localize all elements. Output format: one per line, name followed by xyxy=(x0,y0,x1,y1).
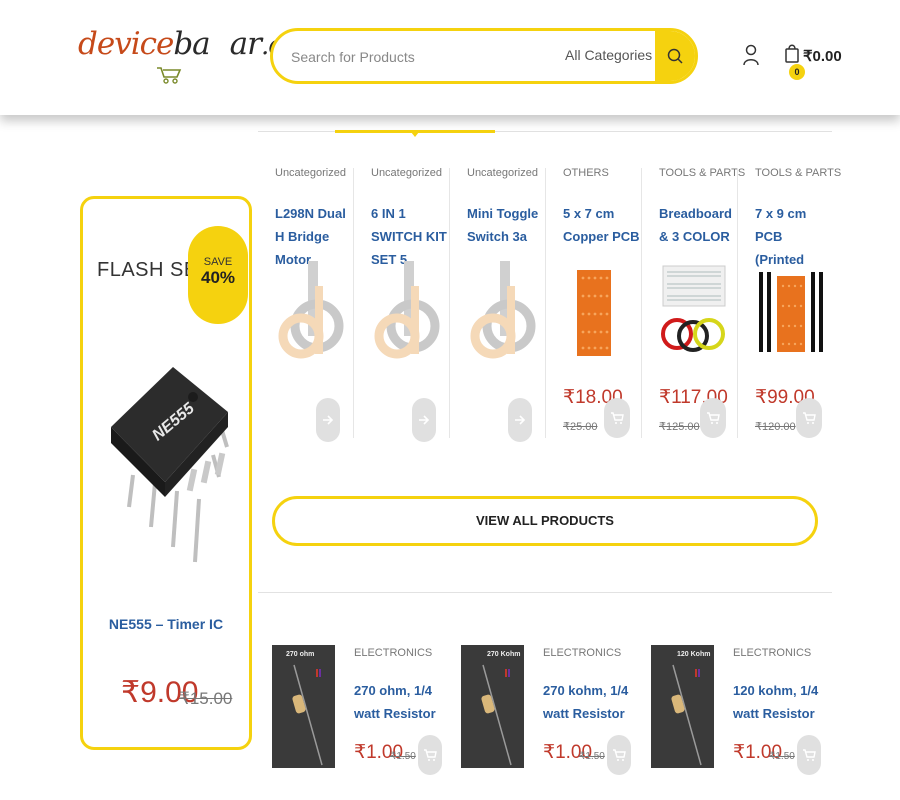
add-to-cart-button[interactable] xyxy=(797,735,821,775)
breadboard-image[interactable] xyxy=(659,256,729,366)
shopping-bag-icon xyxy=(785,44,799,63)
search-icon xyxy=(667,48,683,64)
section-divider-pointer xyxy=(411,132,419,137)
product-old-price: ₹125.00 xyxy=(659,421,700,433)
resistor-product-card[interactable]: 270 Kohm ELECTRONICS 270 kohm, 1/4 watt … xyxy=(461,645,646,775)
ne555-chip-image[interactable]: NE555 xyxy=(103,357,233,567)
placeholder-logo-image[interactable] xyxy=(371,256,441,366)
arrow-right-icon xyxy=(515,415,526,425)
product-category[interactable]: OTHERS xyxy=(563,167,609,179)
arrow-right-icon xyxy=(323,415,334,425)
product-card[interactable]: Uncategorized L298N Dual H Bridge Motor xyxy=(258,156,354,446)
placeholder-logo-image[interactable] xyxy=(467,256,537,366)
save-badge: SAVE 40% xyxy=(188,226,248,324)
resistor-drawing xyxy=(671,664,702,766)
product-category[interactable]: Uncategorized xyxy=(467,167,538,179)
logo-cart-icon xyxy=(157,67,182,84)
product-name[interactable]: Breadboard & 3 COLOR xyxy=(659,202,737,248)
resistor-product-card[interactable]: 270 ohm ELECTRONICS 270 ohm, 1/4 watt Re… xyxy=(272,645,457,775)
cart-icon xyxy=(424,749,437,761)
product-old-price: ₹1.50 xyxy=(579,751,605,762)
product-name[interactable]: Mini Toggle Switch 3a xyxy=(467,202,545,248)
read-more-button[interactable] xyxy=(508,398,532,442)
resistor-product-card[interactable]: 120 Kohm ELECTRONICS 120 kohm, 1/4 watt … xyxy=(651,645,836,775)
add-to-cart-button[interactable] xyxy=(418,735,442,775)
arrow-right-icon xyxy=(419,415,430,425)
product-card[interactable]: TOOLS & PARTS 7 x 9 cm PCB (Printed ₹99.… xyxy=(738,156,841,446)
product-name[interactable]: 270 kohm, 1/4 watt Resistor xyxy=(543,679,638,725)
product-old-price: ₹1.50 xyxy=(769,751,795,762)
add-to-cart-button[interactable] xyxy=(607,735,631,775)
account-button[interactable] xyxy=(742,44,760,71)
cart-icon xyxy=(707,412,720,424)
resistor-drawing xyxy=(481,664,512,766)
flash-product-name[interactable]: NE555 – Timer IC xyxy=(83,616,249,632)
product-old-price: ₹25.00 xyxy=(563,421,598,433)
add-to-cart-button[interactable] xyxy=(796,398,822,438)
user-icon xyxy=(743,44,759,66)
product-card[interactable]: TOOLS & PARTS Breadboard & 3 COLOR ₹117.… xyxy=(642,156,745,446)
search-button[interactable] xyxy=(655,31,695,81)
product-name[interactable]: 5 x 7 cm Copper PCB xyxy=(563,202,641,248)
cart-icon xyxy=(611,412,624,424)
flash-sell-card[interactable]: FLASH SELL SAVE 40% NE555 NE555 – Timer … xyxy=(80,196,252,750)
search-bar: All Categories▲ xyxy=(270,28,698,84)
product-category[interactable]: Uncategorized xyxy=(371,167,442,179)
add-to-cart-button[interactable] xyxy=(700,398,726,438)
product-card[interactable]: Uncategorized Mini Toggle Switch 3a xyxy=(450,156,546,446)
resistor-drawing xyxy=(292,664,323,766)
product-name[interactable]: 270 ohm, 1/4 watt Resistor xyxy=(354,679,449,725)
resistor-image[interactable]: 270 Kohm xyxy=(461,645,524,768)
site-header: devicebaar.com All Categories▲ xyxy=(0,0,900,115)
cart-icon xyxy=(803,749,816,761)
product-category[interactable]: TOOLS & PARTS xyxy=(659,167,745,179)
product-old-price: ₹1.50 xyxy=(390,751,416,762)
product-name[interactable]: 120 kohm, 1/4 watt Resistor xyxy=(733,679,828,725)
add-to-cart-button[interactable] xyxy=(604,398,630,438)
cart-total[interactable]: ₹0.00 xyxy=(803,47,842,65)
product-category[interactable]: ELECTRONICS xyxy=(733,647,811,659)
category-select[interactable]: All Categories▲ xyxy=(565,47,669,63)
site-logo[interactable]: devicebaar.com xyxy=(78,26,321,96)
resistor-image[interactable]: 270 ohm xyxy=(272,645,335,768)
logo-text: devicebaar.com xyxy=(78,26,321,62)
cart-icon xyxy=(613,749,626,761)
placeholder-logo-image[interactable] xyxy=(275,256,345,366)
flash-old-price: ₹15.00 xyxy=(179,689,233,708)
read-more-button[interactable] xyxy=(316,398,340,442)
view-all-products-button[interactable]: VIEW ALL PRODUCTS xyxy=(272,496,818,546)
product-category[interactable]: ELECTRONICS xyxy=(354,647,432,659)
cart-count-badge: 0 xyxy=(789,64,805,80)
product-category[interactable]: TOOLS & PARTS xyxy=(755,167,841,179)
product-strip: Uncategorized L298N Dual H Bridge Motor … xyxy=(258,156,841,446)
resistor-image[interactable]: 120 Kohm xyxy=(651,645,714,768)
product-category[interactable]: ELECTRONICS xyxy=(543,647,621,659)
cart-icon xyxy=(803,412,816,424)
product-old-price: ₹120.00 xyxy=(755,421,796,433)
product-card[interactable]: OTHERS 5 x 7 cm Copper PCB ₹18.00 ₹25.00 xyxy=(546,156,642,446)
pcb-with-headers-image[interactable] xyxy=(755,256,825,366)
product-category[interactable]: Uncategorized xyxy=(275,167,346,179)
section-divider xyxy=(258,592,832,593)
read-more-button[interactable] xyxy=(412,398,436,442)
product-card[interactable]: Uncategorized 6 IN 1 SWITCH KIT SET 5 xyxy=(354,156,450,446)
copper-pcb-image[interactable] xyxy=(563,256,633,366)
search-input[interactable] xyxy=(291,45,551,69)
